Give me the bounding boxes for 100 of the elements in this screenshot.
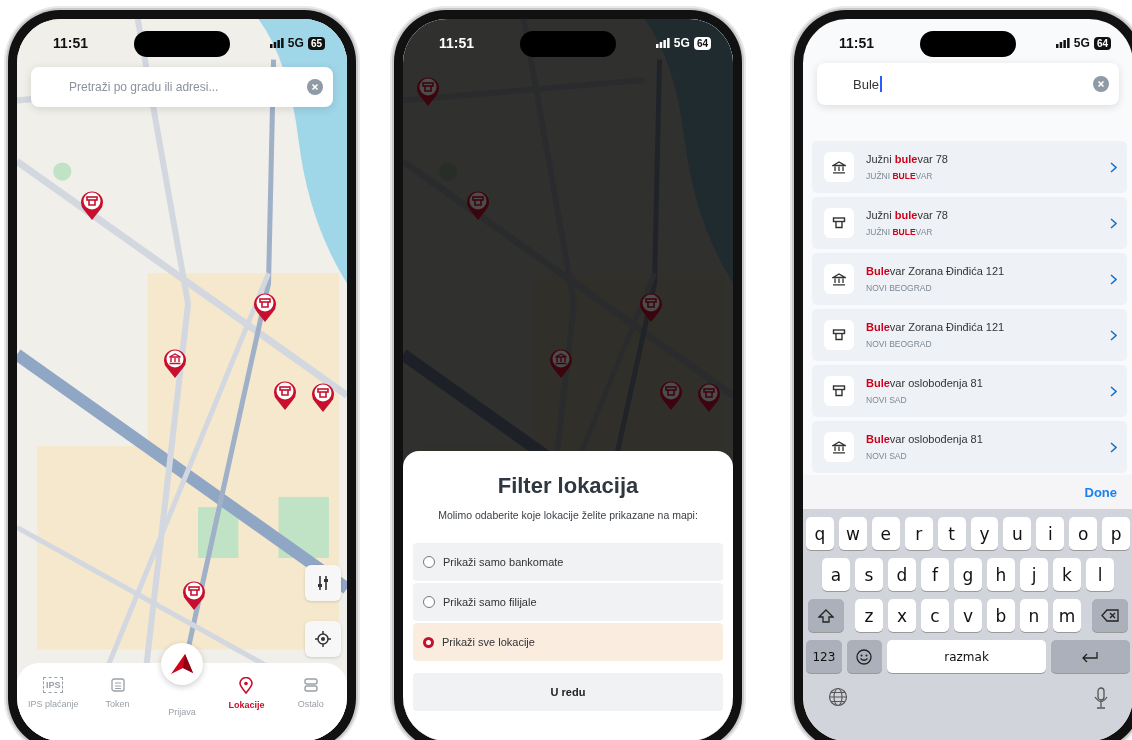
- letter-key[interactable]: z: [855, 599, 883, 632]
- letter-key[interactable]: g: [954, 558, 982, 591]
- option-label: Prikaži samo bankomate: [443, 556, 564, 568]
- chevron-right-icon: [1110, 217, 1117, 229]
- result-subtitle: NOVI SAD: [866, 451, 908, 461]
- letter-key[interactable]: r: [904, 517, 933, 550]
- map-pin-icon[interactable]: [272, 379, 298, 411]
- letter-key[interactable]: q: [805, 517, 834, 550]
- return-arrow-icon: [1081, 650, 1100, 663]
- crosshair-icon: [315, 631, 331, 647]
- confirm-button[interactable]: U redu: [413, 673, 723, 711]
- result-title: Bulevar Zorana Đinđića 121: [866, 321, 1005, 333]
- chevron-right-icon: [1110, 161, 1117, 173]
- result-subtitle: JUŽNI BULEVAR: [866, 227, 934, 237]
- clear-icon[interactable]: [307, 79, 323, 95]
- letter-key[interactable]: l: [1086, 558, 1114, 591]
- chevron-right-icon: [1110, 329, 1117, 341]
- status-time: 11:51: [839, 35, 875, 51]
- letter-key[interactable]: h: [987, 558, 1015, 591]
- letter-key[interactable]: o: [1069, 517, 1098, 550]
- backspace-key[interactable]: [1092, 599, 1128, 632]
- radio-button[interactable]: [423, 556, 435, 568]
- calculator-icon: [109, 677, 126, 693]
- letter-key[interactable]: d: [888, 558, 916, 591]
- result-title: Bulevar Zorana Đinđića 121: [866, 265, 1005, 277]
- letter-key[interactable]: w: [838, 517, 867, 550]
- atm-icon: [832, 329, 846, 341]
- chevron-right-icon: [1110, 385, 1117, 397]
- radio-button[interactable]: [423, 596, 435, 608]
- clear-icon[interactable]: [1093, 76, 1109, 92]
- result-subtitle: NOVI BEOGRAD: [866, 283, 933, 293]
- letter-key[interactable]: c: [921, 599, 949, 632]
- bank-icon: [832, 440, 846, 454]
- filter-option[interactable]: Prikaži samo filijale: [413, 583, 723, 621]
- letter-key[interactable]: a: [822, 558, 850, 591]
- letter-key[interactable]: s: [855, 558, 883, 591]
- letter-key[interactable]: k: [1053, 558, 1081, 591]
- result-subtitle: NOVI SAD: [866, 395, 908, 405]
- letter-key[interactable]: x: [888, 599, 916, 632]
- result-item[interactable]: Bulevar oslobođenja 81 NOVI SAD: [812, 421, 1127, 473]
- letter-key[interactable]: v: [954, 599, 982, 632]
- map-pin-icon[interactable]: [310, 381, 336, 413]
- result-title: Bulevar oslobođenja 81: [866, 377, 983, 389]
- search-field[interactable]: Bule: [817, 63, 1119, 105]
- option-label: Prikaži samo filijale: [443, 596, 537, 608]
- result-item[interactable]: Južni bulevar 78 JUŽNI BULEVAR: [812, 141, 1127, 193]
- filter-option[interactable]: Prikaži samo bankomate: [413, 543, 723, 581]
- map-pin-icon[interactable]: [162, 347, 188, 379]
- map-pin-icon[interactable]: [252, 291, 278, 323]
- letter-key[interactable]: f: [921, 558, 949, 591]
- result-title: Bulevar oslobođenja 81: [866, 433, 983, 445]
- sliders-icon: [316, 575, 330, 591]
- filter-option[interactable]: Prikaži sve lokacije: [413, 623, 723, 661]
- bank-icon: [832, 160, 846, 174]
- locate-button[interactable]: [305, 621, 341, 657]
- arrow-logo-icon: [170, 653, 194, 675]
- map-pin-icon[interactable]: [181, 579, 207, 611]
- filter-button[interactable]: [305, 565, 341, 601]
- search-placeholder: Pretraži po gradu ili adresi...: [69, 80, 219, 94]
- microphone-icon[interactable]: [1094, 687, 1108, 709]
- chevron-right-icon: [1110, 441, 1117, 453]
- numbers-key[interactable]: 123: [806, 640, 842, 673]
- result-title: Južni bulevar 78: [866, 209, 948, 221]
- emoji-key[interactable]: [846, 640, 883, 673]
- result-subtitle: JUŽNI BULEVAR: [866, 171, 934, 181]
- radio-button[interactable]: [423, 636, 434, 648]
- option-label: Prikaži sve lokacije: [442, 636, 535, 648]
- atm-icon: [832, 217, 846, 229]
- chevron-right-icon: [1110, 273, 1117, 285]
- result-item[interactable]: Bulevar oslobođenja 81 NOVI SAD: [812, 365, 1127, 417]
- status-time: 11:51: [439, 35, 475, 51]
- letter-key[interactable]: b: [987, 599, 1015, 632]
- signal-icon: [269, 38, 284, 48]
- nav-tab[interactable]: Lokacije: [214, 677, 279, 717]
- map-pin-icon[interactable]: [79, 189, 105, 221]
- result-subtitle: NOVI BEOGRAD: [866, 339, 933, 349]
- letter-key[interactable]: y: [970, 517, 999, 550]
- menu-icon: [302, 677, 319, 693]
- globe-icon[interactable]: [828, 687, 848, 707]
- shift-key[interactable]: [808, 599, 844, 632]
- search-value: Bule: [853, 76, 880, 92]
- signal-icon: [1055, 38, 1070, 48]
- letter-key[interactable]: n: [1020, 599, 1048, 632]
- done-button[interactable]: Done: [1078, 483, 1123, 501]
- letter-key[interactable]: j: [1020, 558, 1048, 591]
- backspace-icon: [1101, 609, 1119, 622]
- letter-key[interactable]: m: [1053, 599, 1081, 632]
- result-item[interactable]: Bulevar Zorana Đinđića 121 NOVI BEOGRAD: [812, 309, 1127, 361]
- status-time: 11:51: [53, 35, 89, 51]
- space-key[interactable]: razmak: [887, 640, 1046, 673]
- atm-icon: [832, 385, 846, 397]
- result-item[interactable]: Južni bulevar 78 JUŽNI BULEVAR: [812, 197, 1127, 249]
- letter-key[interactable]: p: [1102, 517, 1131, 550]
- letter-key[interactable]: e: [871, 517, 900, 550]
- letter-key[interactable]: t: [937, 517, 966, 550]
- letter-key[interactable]: u: [1003, 517, 1032, 550]
- signal-icon: [655, 38, 670, 48]
- result-item[interactable]: Bulevar Zorana Đinđića 121 NOVI BEOGRAD: [812, 253, 1127, 305]
- letter-key[interactable]: i: [1036, 517, 1065, 550]
- network-label: 5G: [673, 36, 690, 50]
